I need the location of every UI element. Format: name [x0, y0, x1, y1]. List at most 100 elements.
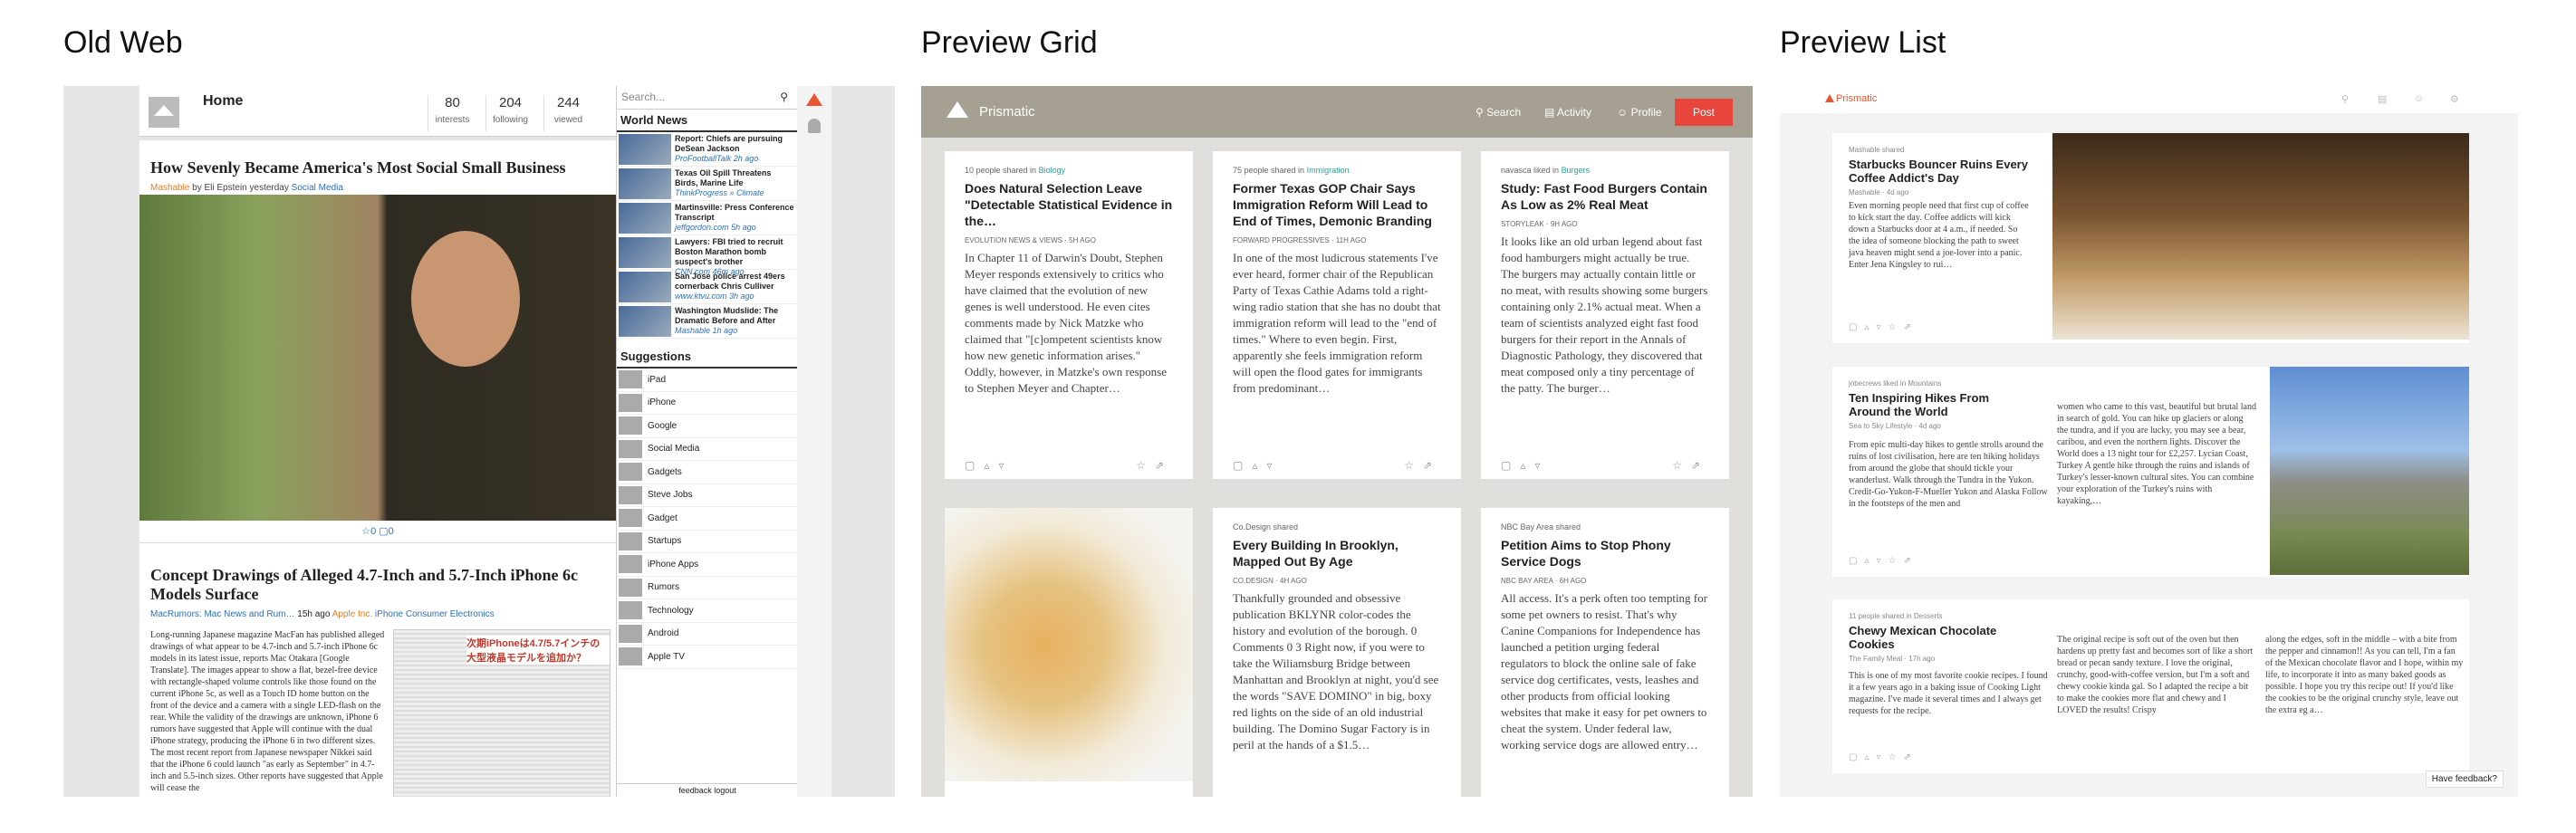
stat-interests[interactable]: 80 interests [428, 95, 476, 131]
card-title[interactable]: Study: Fast Food Burgers Contain As Low … [1501, 180, 1709, 213]
topic-tag[interactable]: Social Media [292, 183, 343, 193]
news-thumbnail [619, 203, 671, 234]
card-actions[interactable]: ▢▵▿ [1233, 459, 1281, 472]
row-excerpt: Even morning people need that first cup … [1849, 201, 2029, 270]
stat-value: 244 [556, 95, 581, 110]
search-icon[interactable]: ⚲ [780, 91, 788, 103]
news-thumbnail [619, 237, 671, 268]
suggestion-item[interactable]: Technology [617, 599, 797, 623]
suggestion-item[interactable]: iPhone [617, 392, 797, 415]
topic-tag[interactable]: iPhone [375, 609, 403, 619]
nav-activity[interactable]: ▤ Activity [1544, 106, 1591, 119]
row-actions[interactable]: ▢▵▿☆⇗ [1849, 556, 1918, 566]
news-time: 1h ago [712, 326, 738, 335]
suggestion-item[interactable]: Apple TV [617, 646, 797, 669]
card-title[interactable]: Every Building In Brooklyn, Mapped Out B… [1233, 537, 1441, 570]
top-bar: Prismatic ⚲ Search ▤ Activity ☺ Profile … [921, 86, 1753, 138]
card[interactable]: 75 people shared in Immigration Former T… [1213, 151, 1461, 479]
news-item[interactable]: Report: Chiefs are pursuing DeSean Jacks… [617, 132, 797, 167]
source[interactable]: Mashable [150, 183, 189, 193]
article-counts[interactable]: ☆0 ▢0 [139, 525, 616, 543]
topic-tag[interactable]: Apple Inc. [332, 609, 372, 619]
card[interactable]: navasca liked in Burgers Study: Fast Foo… [1481, 151, 1729, 479]
card[interactable]: 10 people shared in Biology Does Natural… [945, 151, 1193, 479]
card-actions-right[interactable]: ☆⇗ [1404, 459, 1441, 472]
feedback-button[interactable]: Have feedback? [2425, 771, 2504, 788]
news-item[interactable]: Washington Mudslide: The Dramatic Before… [617, 304, 797, 339]
prismatic-logo-icon[interactable] [947, 101, 968, 118]
list-row[interactable]: 11 people shared in Desserts Chewy Mexic… [1832, 599, 2469, 773]
preview-list-panel: Prismatic ⚲ ▤ ☺ ⚙ Mashable shared Starbu… [1780, 86, 2518, 797]
suggestion-label: Rumors [648, 582, 680, 593]
stat-following[interactable]: 204 following [485, 95, 534, 131]
topic-tag[interactable]: Consumer Electronics [406, 609, 495, 619]
search-icon[interactable]: ⚲ [2341, 93, 2349, 105]
suggestion-thumbnail [619, 463, 642, 482]
news-item[interactable]: Texas Oil Spill Threatens Birds, Marine … [617, 167, 797, 201]
news-title[interactable]: Martinsville: Press Conference Transcrip… [675, 203, 794, 222]
card-actions-right[interactable]: ☆⇗ [1672, 459, 1709, 472]
title-old-web: Old Web [63, 25, 183, 60]
news-title[interactable]: Report: Chiefs are pursuing DeSean Jacks… [675, 134, 783, 153]
activity-icon[interactable]: ▤ [2378, 93, 2387, 105]
stat-viewed[interactable]: 244 viewed [543, 95, 592, 131]
topic-tag[interactable]: Biology [1039, 166, 1066, 175]
suggestion-label: iPhone Apps [648, 559, 699, 570]
home-icon[interactable] [149, 97, 179, 128]
map-card[interactable] [945, 508, 1193, 797]
search-input[interactable]: Search... ⚲ [617, 86, 797, 110]
news-item[interactable]: Martinsville: Press Conference Transcrip… [617, 201, 797, 235]
news-source: www.ktvu.com 3h ago [675, 292, 795, 302]
suggestion-item[interactable]: Gadgets [617, 461, 797, 484]
scan-caption: 次期iPhoneは4.7/5.7インチの大型液晶モデルを追加か？ [466, 636, 610, 665]
suggestion-item[interactable]: Android [617, 623, 797, 646]
card[interactable]: Co.Design shared Every Building In Brook… [1213, 508, 1461, 797]
news-item[interactable]: San Jose police arrest 49ers cornerback … [617, 270, 797, 304]
suggestion-item[interactable]: Rumors [617, 577, 797, 599]
suggestion-item[interactable]: Steve Jobs [617, 484, 797, 507]
news-title[interactable]: Lawyers: FBI tried to recruit Boston Mar… [675, 237, 783, 266]
card-title[interactable]: Does Natural Selection Leave "Detectable… [965, 180, 1173, 229]
news-title[interactable]: Texas Oil Spill Threatens Birds, Marine … [675, 168, 771, 187]
row-actions[interactable]: ▢▵▿☆⇗ [1849, 322, 1918, 332]
user-icon[interactable] [808, 119, 821, 133]
card-actions[interactable]: ▢▵▿ [1501, 459, 1549, 472]
suggestion-thumbnail [619, 531, 642, 551]
card-actions[interactable]: ▢▵▿ [965, 459, 1013, 472]
suggestion-item[interactable]: Gadget [617, 507, 797, 531]
card-actions-right[interactable]: ☆⇗ [1136, 459, 1173, 472]
suggestion-item[interactable]: Google [617, 415, 797, 438]
source[interactable]: MacRumors: Mac News and Rum… [150, 609, 294, 619]
topic-tag[interactable]: Immigration [1307, 166, 1350, 175]
suggestion-item[interactable]: iPad [617, 369, 797, 392]
card[interactable]: NBC Bay Area shared Petition Aims to Sto… [1481, 508, 1729, 797]
prismatic-logo-icon[interactable] [806, 93, 822, 106]
suggestions-heading: Suggestions [617, 346, 797, 369]
article-title[interactable]: How Sevenly Became America's Most Social… [150, 158, 605, 177]
row-actions[interactable]: ▢▵▿☆⇗ [1849, 752, 1918, 762]
brooklyn-map-image [945, 508, 1193, 781]
list-row[interactable]: Mashable shared Starbucks Bouncer Ruins … [1832, 133, 2469, 343]
post-button[interactable]: Post [1675, 99, 1733, 126]
news-item[interactable]: Lawyers: FBI tried to recruit Boston Mar… [617, 235, 797, 276]
card-title[interactable]: Petition Aims to Stop Phony Service Dogs [1501, 537, 1709, 570]
row-title[interactable]: Ten Inspiring Hikes From Around the Worl… [1849, 391, 2030, 418]
sidebar-footer[interactable]: feedback logout [617, 783, 798, 797]
article-title[interactable]: Concept Drawings of Alleged 4.7-Inch and… [150, 566, 603, 604]
nav-profile[interactable]: ☺ Profile [1617, 106, 1662, 119]
row-title[interactable]: Chewy Mexican Chocolate Cookies [1849, 624, 2030, 651]
card-excerpt: In Chapter 11 of Darwin's Doubt, Stephen… [965, 251, 1168, 395]
nav-search[interactable]: ⚲ Search [1475, 106, 1521, 119]
suggestion-item[interactable]: Startups [617, 531, 797, 553]
news-title[interactable]: Washington Mudslide: The Dramatic Before… [675, 306, 778, 325]
settings-icon[interactable]: ⚙ [2450, 93, 2459, 105]
row-title[interactable]: Starbucks Bouncer Ruins Every Coffee Add… [1849, 158, 2030, 185]
suggestion-item[interactable]: Social Media [617, 438, 797, 461]
topic-tag[interactable]: Burgers [1562, 166, 1591, 175]
list-row[interactable]: jobecrews liked in Mountains Ten Inspiri… [1832, 367, 2469, 577]
news-title[interactable]: San Jose police arrest 49ers cornerback … [675, 272, 785, 291]
profile-icon[interactable]: ☺ [2414, 93, 2424, 104]
suggestion-item[interactable]: iPhone Apps [617, 553, 797, 577]
card-title[interactable]: Former Texas GOP Chair Says Immigration … [1233, 180, 1441, 229]
prismatic-logo-icon[interactable] [1825, 94, 1834, 102]
